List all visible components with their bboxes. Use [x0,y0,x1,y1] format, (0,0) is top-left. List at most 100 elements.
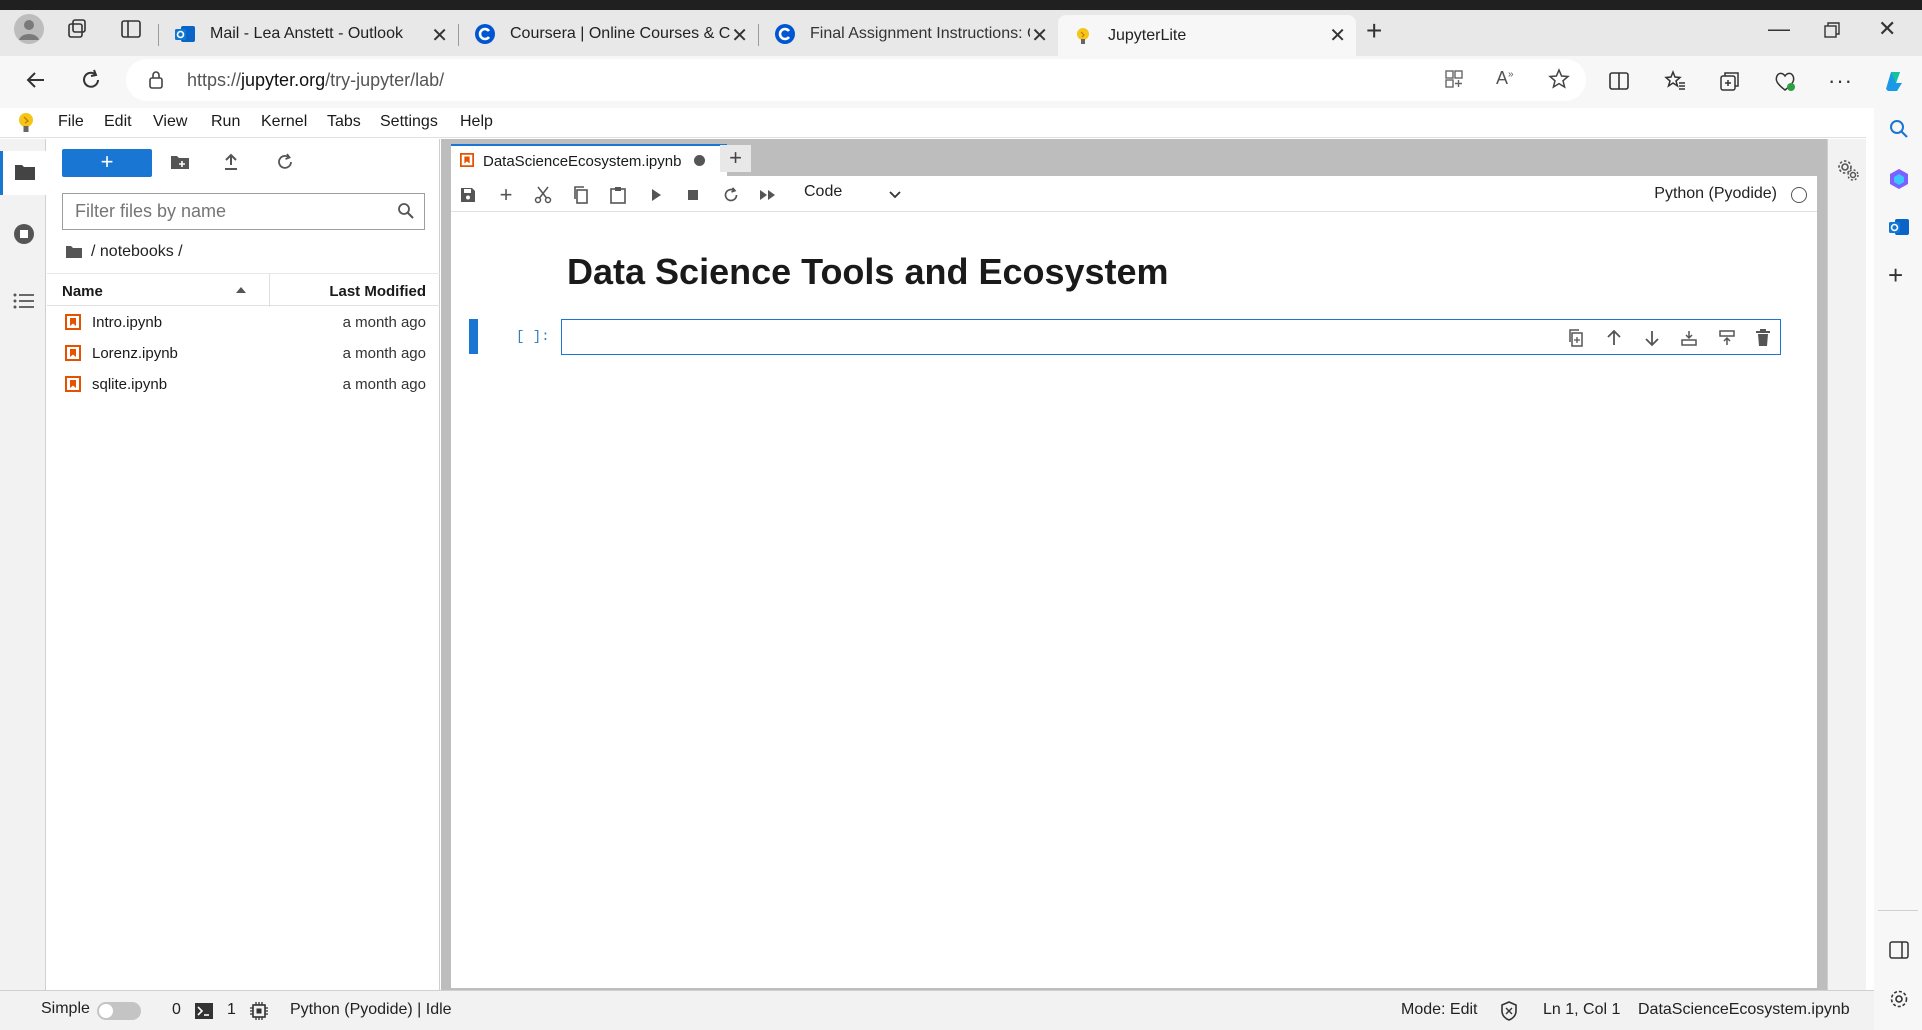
kernel-name[interactable]: Python (Pyodide) [1654,185,1777,203]
notebook-tab[interactable]: DataScienceEcosystem.ipynb [451,144,727,176]
m365-icon[interactable] [1888,168,1910,190]
menu-edit[interactable]: Edit [104,113,132,131]
column-name[interactable]: Name [62,283,103,300]
favorite-star-icon[interactable] [1548,68,1570,90]
upload-icon[interactable] [223,153,239,171]
add-sidebar-app-icon[interactable]: + [1888,262,1903,288]
search-icon[interactable] [1888,118,1910,140]
cut-icon[interactable] [533,185,553,205]
table-of-contents-icon[interactable] [13,292,35,310]
new-launcher-button[interactable]: + [62,149,152,177]
run-icon[interactable] [646,185,666,205]
refresh-files-icon[interactable] [276,153,294,171]
profile-avatar[interactable] [14,14,44,44]
menu-kernel[interactable]: Kernel [261,113,307,131]
filter-files-field[interactable] [62,193,425,230]
url-field[interactable]: https://jupyter.org/try-jupyter/lab/ A» [126,59,1586,101]
browser-tab-jupyterlite[interactable]: JupyterLite ✕ [1058,15,1356,57]
menu-tabs[interactable]: Tabs [327,113,361,131]
more-options-icon[interactable]: ··· [1828,68,1853,94]
paste-icon[interactable] [608,185,628,205]
cell-type-select[interactable]: Code [804,183,842,201]
close-tab-icon[interactable]: ✕ [1031,23,1048,48]
restart-kernel-icon[interactable] [721,185,741,205]
refresh-icon[interactable] [79,68,103,92]
close-tab-icon[interactable]: ✕ [431,23,448,48]
file-row[interactable]: Intro.ipynb a month ago [47,307,440,338]
running-sessions-icon[interactable] [13,223,35,245]
menu-run[interactable]: Run [211,113,240,131]
new-tab-icon[interactable]: + [1366,16,1382,46]
hide-sidebar-icon[interactable] [1889,941,1909,959]
editor-mode: Mode: Edit [1401,1001,1478,1018]
kernel-status[interactable]: Python (Pyodide) | Idle [290,1001,452,1019]
tab-title: Mail - Lea Anstett - Outlook [210,25,403,42]
app-available-icon[interactable] [1444,69,1464,89]
copilot-icon[interactable] [1880,67,1908,95]
property-inspector-icon[interactable] [1837,159,1859,181]
favorites-icon[interactable] [1663,69,1687,93]
add-tab-button[interactable]: + [720,145,751,172]
tab-title: Coursera | Online Courses & Credentials [510,25,730,42]
copy-icon[interactable] [571,185,591,205]
kernel-chip-icon[interactable] [249,1001,269,1021]
breadcrumb-path[interactable]: / notebooks / [91,243,183,261]
minimize-icon[interactable]: — [1768,16,1790,42]
browser-essentials-icon[interactable] [1773,69,1797,93]
code-cell-editor[interactable] [561,319,1781,355]
stop-icon[interactable] [683,185,703,205]
notebook-heading[interactable]: Data Science Tools and Ecosystem [567,251,1169,293]
file-name: Lorenz.ipynb [92,345,178,362]
workspaces-icon[interactable] [66,18,88,40]
notebook-icon [65,376,81,392]
coursera-icon [474,23,496,45]
settings-gear-icon[interactable] [1888,988,1910,1010]
browser-tab-outlook[interactable]: Mail - Lea Anstett - Outlook ✕ [160,15,458,53]
delete-cell-icon[interactable] [1755,329,1773,347]
home-folder-icon[interactable] [65,245,83,259]
restore-icon[interactable] [1824,22,1840,38]
close-tab-icon[interactable]: ✕ [731,23,748,48]
save-icon[interactable] [458,185,478,205]
split-screen-icon[interactable] [1608,70,1630,92]
filter-files-input[interactable] [63,194,383,229]
tab-actions-icon[interactable] [120,18,142,40]
browser-tab-coursera[interactable]: Coursera | Online Courses & Credentials … [460,15,758,53]
file-list-header: Name Last Modified [47,273,440,307]
insert-cell-icon[interactable]: + [496,182,516,207]
menu-file[interactable]: File [58,113,84,131]
active-cell-indicator[interactable] [469,319,478,354]
notebook-icon [65,345,81,361]
shield-icon[interactable] [1500,1001,1518,1021]
outlook-icon[interactable] [1888,216,1910,238]
file-row[interactable]: sqlite.ipynb a month ago [47,369,440,400]
collections-icon[interactable] [1718,69,1742,93]
chevron-down-icon[interactable] [885,185,905,205]
terminal-count[interactable]: 0 [172,1001,181,1019]
column-last-modified[interactable]: Last Modified [329,283,426,300]
run-all-icon[interactable] [758,185,778,205]
unsaved-dot-icon[interactable] [694,155,705,166]
close-tab-icon[interactable]: ✕ [1329,23,1346,48]
menu-settings[interactable]: Settings [380,113,438,131]
simple-mode-toggle[interactable] [97,1002,141,1020]
insert-below-icon[interactable] [1680,329,1698,347]
close-window-icon[interactable]: ✕ [1878,16,1896,42]
menu-view[interactable]: View [153,113,187,131]
duplicate-cell-icon[interactable] [1568,329,1586,347]
sort-ascending-icon[interactable] [235,286,247,294]
move-down-icon[interactable] [1643,329,1661,347]
kernel-count[interactable]: 1 [227,1001,236,1019]
lock-icon[interactable] [148,70,164,90]
terminal-icon[interactable] [195,1003,213,1019]
move-up-icon[interactable] [1605,329,1623,347]
file-browser-tab[interactable] [0,151,46,195]
cursor-position[interactable]: Ln 1, Col 1 [1543,1001,1620,1019]
new-folder-icon[interactable] [170,154,190,170]
insert-above-icon[interactable] [1718,329,1736,347]
browser-tab-assignment[interactable]: Final Assignment Instructions: Create ✕ [760,15,1058,53]
back-icon[interactable] [24,68,48,92]
file-row[interactable]: Lorenz.ipynb a month ago [47,338,440,369]
menu-help[interactable]: Help [460,113,493,131]
read-aloud-icon[interactable]: A» [1496,68,1514,89]
